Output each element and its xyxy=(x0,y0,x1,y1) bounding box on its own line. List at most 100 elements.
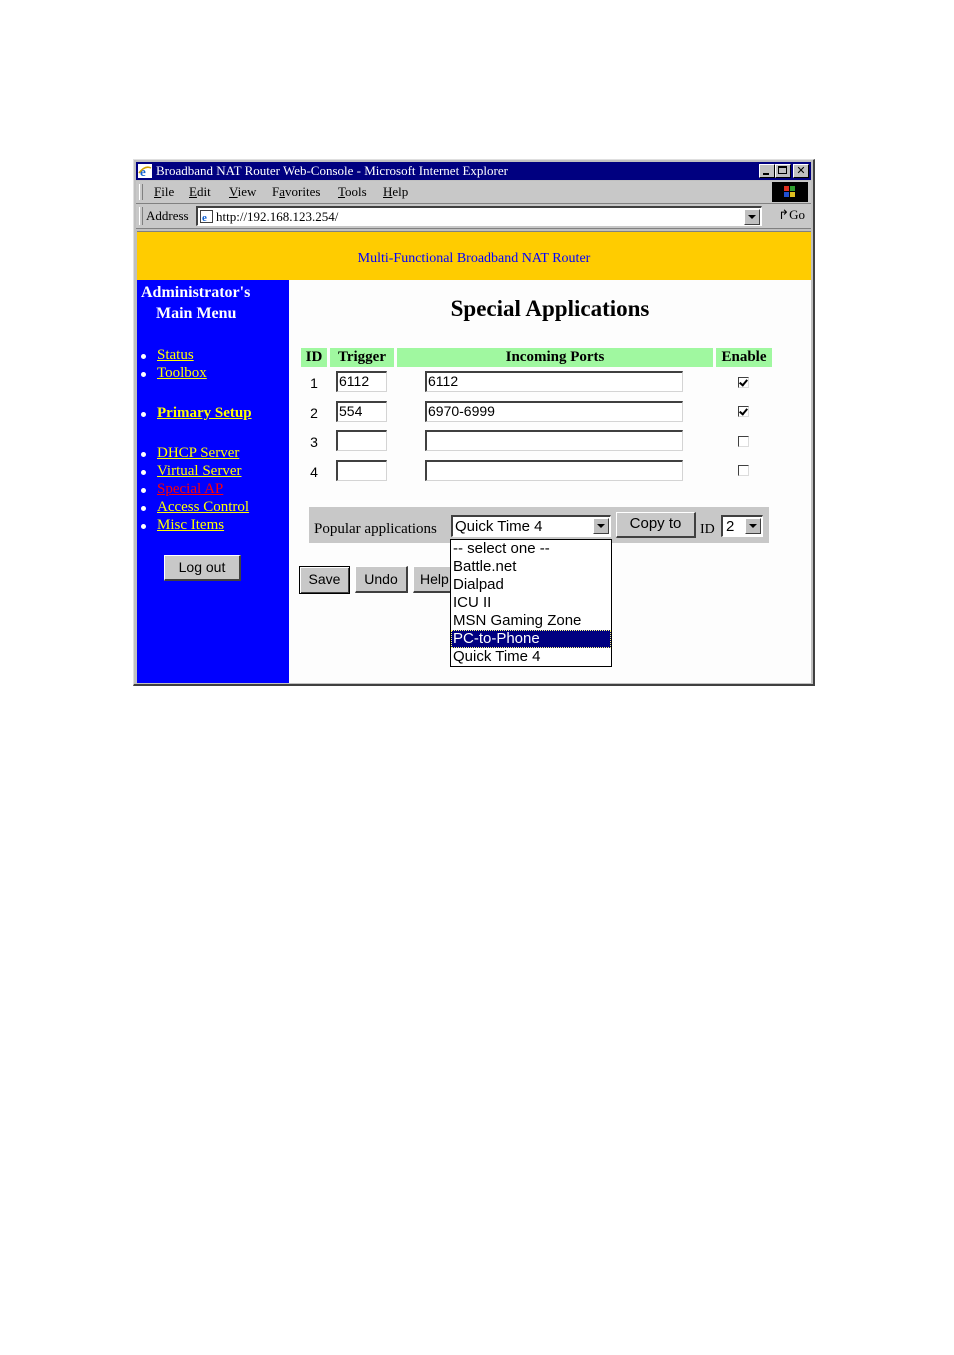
misc-items-link[interactable]: Misc Items xyxy=(157,517,224,534)
menu-edit[interactable]: Edit xyxy=(189,184,211,200)
chevron-down-icon[interactable] xyxy=(745,518,761,534)
windows-throbber xyxy=(772,182,808,202)
dhcp-server-link[interactable]: DHCP Server xyxy=(157,445,239,462)
bullet-icon xyxy=(141,506,146,511)
id-label: ID xyxy=(700,522,715,537)
close-icon: ✕ xyxy=(796,164,806,177)
special-ap-link[interactable]: Special AP xyxy=(157,481,223,498)
sidebar-title: Administrator's Main Menu xyxy=(141,284,251,322)
menu-bar: File Edit View Favorites Tools Help xyxy=(136,181,811,204)
popular-applications-label: Popular applications xyxy=(314,521,437,537)
banner: Multi-Functional Broadband NAT Router xyxy=(137,232,811,280)
address-label: Address xyxy=(146,208,189,223)
id-select-value: 2 xyxy=(726,518,735,535)
title-bar: e Broadband NAT Router Web-Console - Mic… xyxy=(136,162,811,180)
row-3-trigger-input[interactable] xyxy=(336,430,387,451)
dropdown-option[interactable]: MSN Gaming Zone xyxy=(451,612,611,630)
bullet-icon xyxy=(141,372,146,377)
menu-file[interactable]: File xyxy=(154,184,174,200)
address-dropdown-button[interactable] xyxy=(744,209,760,225)
go-button[interactable]: ↱Go xyxy=(778,207,805,223)
minimize-icon xyxy=(763,173,769,175)
bullet-icon xyxy=(141,488,146,493)
header-enable: Enable xyxy=(716,348,772,367)
bullet-icon xyxy=(141,354,146,359)
dropdown-option[interactable]: ICU II xyxy=(451,594,611,612)
popular-applications-select[interactable]: Quick Time 4 xyxy=(451,515,611,537)
row-1-enable-checkbox[interactable] xyxy=(738,377,749,388)
bullet-icon xyxy=(141,470,146,475)
access-control-link[interactable]: Access Control xyxy=(157,499,249,516)
page-content: Multi-Functional Broadband NAT Router Ad… xyxy=(137,231,811,683)
banner-text: Multi-Functional Broadband NAT Router xyxy=(357,251,591,266)
go-arrow-icon: ↱ xyxy=(778,207,790,222)
row-3-incoming-input[interactable] xyxy=(425,430,683,451)
dropdown-option[interactable]: Quick Time 4 xyxy=(451,648,611,666)
url-text: http://192.168.123.254/ xyxy=(216,209,339,224)
row-3-enable-checkbox[interactable] xyxy=(738,436,749,447)
main-panel: Special Applications ID Trigger Incoming… xyxy=(289,280,811,683)
sidebar-item-virtual-server[interactable]: Virtual Server xyxy=(137,463,289,481)
sidebar-item-special-ap[interactable]: Special AP xyxy=(137,481,289,499)
sidebar-item-dhcp-server[interactable]: DHCP Server xyxy=(137,445,289,463)
save-button[interactable]: Save xyxy=(299,566,350,594)
id-select[interactable]: 2 xyxy=(721,515,763,537)
header-trigger: Trigger xyxy=(330,348,394,367)
selected-application: Quick Time 4 xyxy=(455,518,543,535)
row-4-incoming-input[interactable] xyxy=(425,460,683,481)
row-4-enable-checkbox[interactable] xyxy=(738,465,749,476)
row-1-id: 1 xyxy=(310,375,318,391)
toolbar-grip[interactable] xyxy=(139,207,143,225)
virtual-server-link[interactable]: Virtual Server xyxy=(157,463,242,480)
sidebar: Administrator's Main Menu Status Toolbox… xyxy=(137,280,289,683)
toolbar-grip[interactable] xyxy=(139,184,143,200)
row-1-trigger-input[interactable]: 6112 xyxy=(336,371,387,392)
primary-setup-link[interactable]: Primary Setup xyxy=(157,405,252,422)
row-4-id: 4 xyxy=(310,464,318,480)
maximize-button[interactable] xyxy=(775,164,791,178)
bullet-icon xyxy=(141,452,146,457)
browser-window: e Broadband NAT Router Web-Console - Mic… xyxy=(133,159,815,686)
menu-tools[interactable]: Tools xyxy=(338,184,367,200)
application-dropdown-list: -- select one -- Battle.net Dialpad ICU … xyxy=(450,539,612,667)
minimize-button[interactable] xyxy=(759,164,775,178)
chevron-down-icon[interactable] xyxy=(593,518,609,534)
window-title: Broadband NAT Router Web-Console - Micro… xyxy=(156,163,508,178)
sidebar-item-misc-items[interactable]: Misc Items xyxy=(137,517,289,535)
undo-button[interactable]: Undo xyxy=(355,566,408,593)
row-2-trigger-input[interactable]: 554 xyxy=(336,401,387,422)
page-title: Special Applications xyxy=(450,296,650,321)
row-2-enable-checkbox[interactable] xyxy=(738,406,749,417)
dropdown-option[interactable]: Battle.net xyxy=(451,558,611,576)
header-id: ID xyxy=(301,348,327,367)
copy-to-button[interactable]: Copy to xyxy=(616,512,696,538)
ie-page-icon: e xyxy=(200,210,213,223)
sidebar-item-access-control[interactable]: Access Control xyxy=(137,499,289,517)
row-4-trigger-input[interactable] xyxy=(336,460,387,481)
menu-view[interactable]: View xyxy=(229,184,256,200)
dropdown-option[interactable]: -- select one -- xyxy=(451,540,611,558)
menu-favorites[interactable]: Favorites xyxy=(272,184,320,200)
toolbox-link[interactable]: Toolbox xyxy=(157,365,207,382)
row-2-incoming-input[interactable]: 6970-6999 xyxy=(425,401,683,422)
windows-logo-icon xyxy=(784,186,795,197)
maximize-icon xyxy=(778,166,787,174)
address-input[interactable]: e http://192.168.123.254/ xyxy=(196,206,762,226)
row-2-id: 2 xyxy=(310,405,318,421)
status-link[interactable]: Status xyxy=(157,347,194,364)
ie-logo-icon: e xyxy=(138,164,152,178)
bullet-icon xyxy=(141,412,146,417)
popular-applications-bar: Popular applications Quick Time 4 Copy t… xyxy=(309,507,769,543)
header-incoming-ports: Incoming Ports xyxy=(397,348,713,367)
dropdown-option[interactable]: Dialpad xyxy=(451,576,611,594)
row-1-incoming-input[interactable]: 6112 xyxy=(425,371,683,392)
logout-button[interactable]: Log out xyxy=(164,555,241,581)
svg-text:e: e xyxy=(202,212,207,223)
row-3-id: 3 xyxy=(310,434,318,450)
sidebar-item-status[interactable]: Status xyxy=(137,347,289,365)
sidebar-item-primary-setup[interactable]: Primary Setup xyxy=(137,405,289,423)
sidebar-item-toolbox[interactable]: Toolbox xyxy=(137,365,289,383)
dropdown-option-highlighted[interactable]: PC-to-Phone xyxy=(451,630,611,648)
close-button[interactable]: ✕ xyxy=(793,164,809,178)
menu-help[interactable]: Help xyxy=(383,184,408,200)
